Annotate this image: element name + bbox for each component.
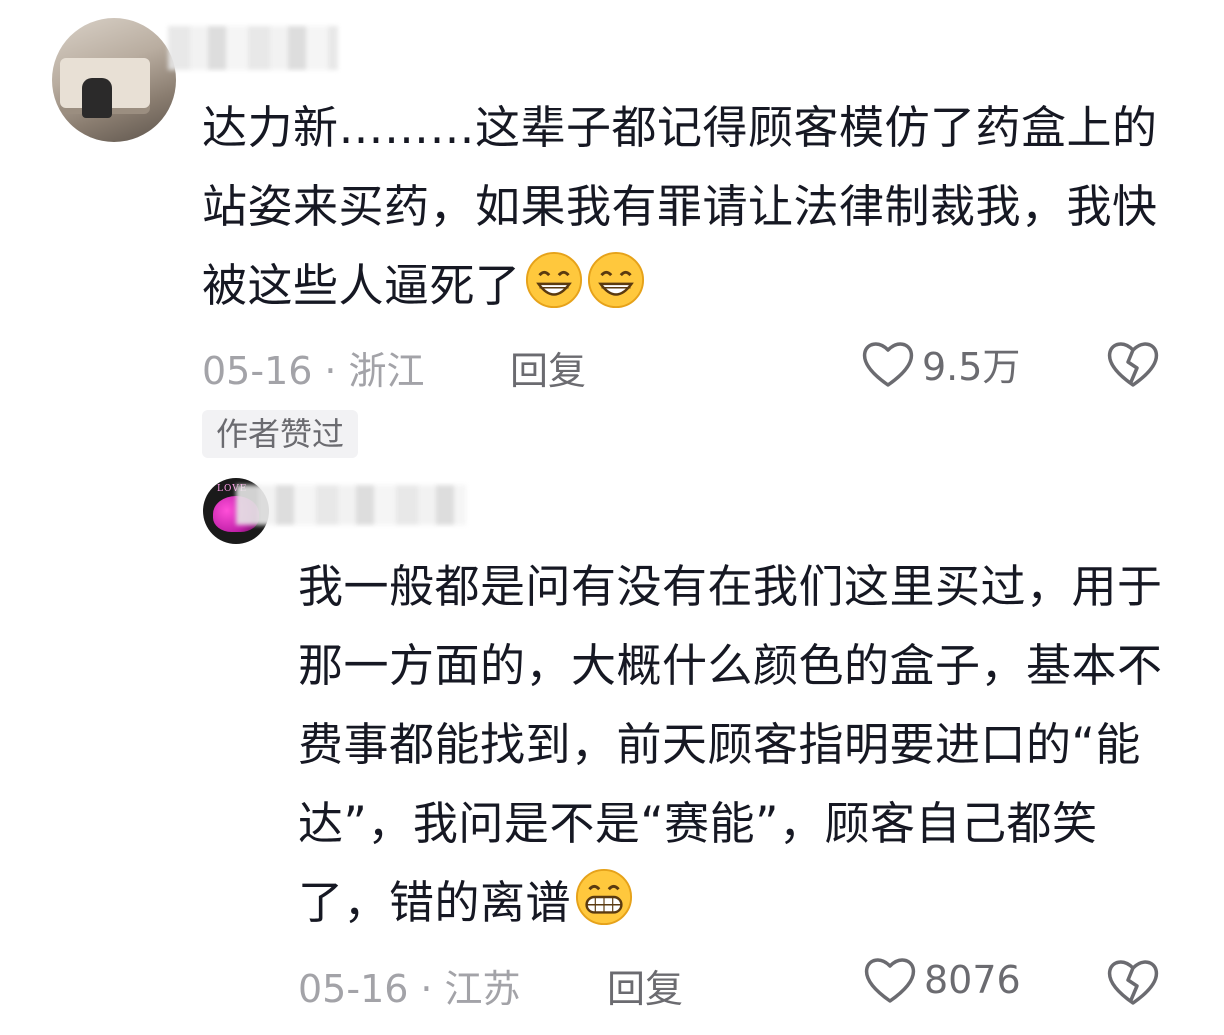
reply-button[interactable]: 回复	[510, 340, 586, 395]
grin-emoji-icon	[525, 251, 582, 309]
broken-heart-icon[interactable]	[1105, 956, 1161, 1008]
comment-meta: 05-16 · 江苏	[298, 958, 521, 1013]
meta-separator: ·	[420, 967, 433, 1011]
heart-outline-icon	[864, 958, 916, 1003]
comment-location: 浙江	[348, 349, 425, 393]
like-button[interactable]: 8076	[862, 954, 1021, 1006]
blurred-username[interactable]	[168, 26, 338, 70]
comment-text: 我一般都是问有没有在我们这里买过，用于那一方面的，大概什么颜色的盒子，基本不费事…	[298, 560, 1163, 929]
heart-outline-icon	[862, 341, 914, 387]
meta-separator: ·	[324, 349, 337, 393]
avatar[interactable]	[52, 18, 176, 142]
avatar-figure-shape	[82, 78, 112, 118]
comment-meta: 05-16 · 浙江	[202, 340, 425, 395]
like-count: 8076	[924, 958, 1021, 1002]
comment-date: 05-16	[298, 967, 409, 1011]
big-grin-emoji-icon	[575, 868, 633, 926]
author-liked-badge: 作者赞过	[202, 410, 359, 458]
comment-text: 达力新………这辈子都记得顾客模仿了药盒上的站姿来买药，如果我有罪请让法律制裁我，…	[202, 101, 1158, 312]
blurred-username[interactable]	[236, 485, 466, 525]
reply-button[interactable]: 回复	[607, 958, 683, 1013]
comment-date: 05-16	[202, 349, 313, 393]
comment-location: 江苏	[444, 967, 521, 1011]
like-count: 9.5万	[922, 345, 1021, 389]
broken-heart-icon[interactable]	[1105, 338, 1161, 390]
like-button[interactable]: 9.5万	[860, 336, 1020, 391]
grin-emoji-icon	[587, 251, 644, 309]
